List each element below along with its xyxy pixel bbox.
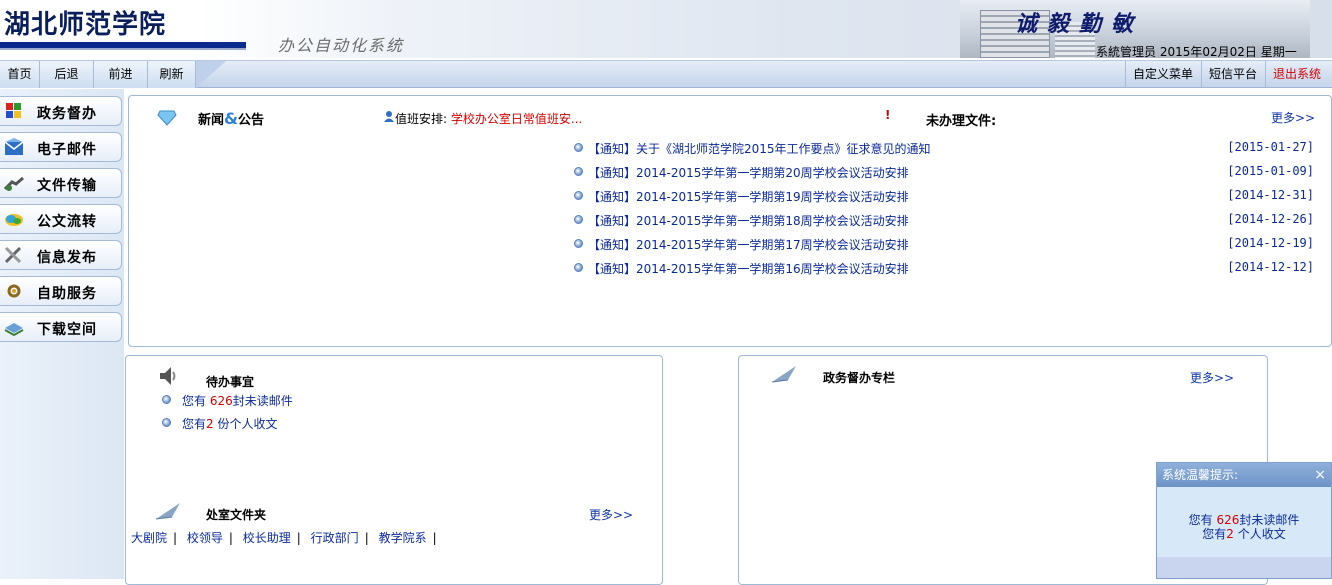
popup-docs-notice[interactable]: 您有2 个人收文 bbox=[1157, 527, 1331, 541]
folder-link[interactable]: 行政部门 bbox=[311, 531, 359, 545]
news-title: 新闻&公告 bbox=[198, 109, 264, 128]
download-icon bbox=[4, 323, 24, 336]
doc-title[interactable]: 【通知】2014-2015学年第一学期第17周学校会议活动安排 bbox=[588, 236, 909, 253]
custom-menu-link[interactable]: 自定义菜单 bbox=[1125, 61, 1200, 88]
sidebar-item-supervision[interactable]: 政务督办 bbox=[0, 96, 122, 126]
folder-link[interactable]: 大剧院 bbox=[131, 531, 167, 545]
list-item[interactable]: 【通知】关于《湖北师范学院2015年工作要点》征求意见的通知 [2015-01-… bbox=[574, 139, 1318, 157]
bullet-icon bbox=[574, 263, 583, 272]
folder-link[interactable]: 教学院系 bbox=[379, 531, 427, 545]
sidebar-item-info-publish[interactable]: 信息发布 bbox=[0, 240, 122, 270]
doc-title[interactable]: 【通知】2014-2015学年第一学期第19周学校会议活动安排 bbox=[588, 188, 909, 205]
doc-title[interactable]: 【通知】2014-2015学年第一学期第18周学校会议活动安排 bbox=[588, 212, 909, 229]
sidebar: 政务督办 电子邮件 文件传输 公文流转 信息发布 自助服务 下载空间 bbox=[0, 89, 124, 579]
todo-title: 待办事宜 bbox=[206, 375, 255, 389]
folder-link[interactable]: 校长助理 bbox=[243, 531, 291, 545]
list-item[interactable]: 【通知】2014-2015学年第一学期第19周学校会议活动安排 [2014-12… bbox=[574, 187, 1318, 205]
current-user: 系統管理员 bbox=[1096, 45, 1157, 59]
system-notice-popup: 系统温馨提示: × 您有 626封未读邮件 您有2 个人收文 bbox=[1156, 462, 1332, 579]
doc-date: [2015-01-09] bbox=[1227, 164, 1314, 178]
bullet-icon bbox=[574, 215, 583, 224]
doc-date: [2014-12-26] bbox=[1227, 212, 1314, 226]
sidebar-item-email[interactable]: 电子邮件 bbox=[0, 132, 122, 162]
bullet-icon bbox=[574, 191, 583, 200]
user-info: 系統管理员 2015年02月02日 星期一 bbox=[1096, 43, 1297, 60]
todo-panel: 待办事宜 您有 626封未读邮件 您有2 份个人收文 处室文件夹 更多>> 大剧… bbox=[125, 355, 663, 585]
doc-date: [2014-12-31] bbox=[1227, 188, 1314, 202]
self-service-icon bbox=[7, 284, 21, 298]
sms-platform-link[interactable]: 短信平台 bbox=[1201, 61, 1264, 88]
document-flow-icon bbox=[5, 214, 23, 226]
home-button[interactable]: 首页 bbox=[0, 61, 40, 88]
logo-underline-secondary bbox=[0, 48, 246, 50]
header-banner: 湖北师范学院 办公自动化系统 诚毅勤敏 系統管理员 2015年02月02日 星期… bbox=[0, 0, 1332, 60]
doc-title[interactable]: 【通知】2014-2015学年第一学期第16周学校会议活动安排 bbox=[588, 260, 909, 277]
feather-icon bbox=[155, 503, 180, 520]
alert-mark: ! bbox=[885, 108, 891, 122]
sidebar-item-download[interactable]: 下载空间 bbox=[0, 312, 122, 342]
list-item[interactable]: 【通知】2014-2015学年第一学期第16周学校会议活动安排 [2014-12… bbox=[574, 259, 1318, 277]
user-icon bbox=[384, 111, 394, 122]
folders-title: 处室文件夹 bbox=[206, 508, 267, 522]
doc-date: [2014-12-12] bbox=[1227, 260, 1314, 274]
system-subtitle: 办公自动化系统 bbox=[278, 36, 405, 55]
sidebar-item-label: 信息发布 bbox=[37, 250, 97, 266]
duty-schedule: 值班安排: 学校办公室日常值班安... bbox=[395, 110, 582, 127]
school-motto: 诚毅勤敏 bbox=[1015, 11, 1144, 37]
top-navbar: 首页 后退 前进 刷新 自定义菜单 短信平台 退出系统 bbox=[0, 60, 1332, 88]
bullet-icon bbox=[574, 239, 583, 248]
popup-header: 系统温馨提示: × bbox=[1157, 463, 1331, 487]
duty-label: 值班安排: bbox=[395, 112, 448, 126]
sidebar-item-label: 公文流转 bbox=[37, 214, 97, 230]
supervision-title: 政务督办专栏 bbox=[823, 371, 896, 385]
pending-docs-more-link[interactable]: 更多>> bbox=[1271, 109, 1315, 126]
popup-body: 您有 626封未读邮件 您有2 个人收文 bbox=[1157, 487, 1331, 557]
bullet-icon bbox=[162, 395, 171, 404]
popup-footer bbox=[1157, 557, 1331, 578]
bullet-icon bbox=[574, 167, 583, 176]
doc-date: [2014-12-19] bbox=[1227, 236, 1314, 250]
tools-icon bbox=[4, 246, 22, 264]
logout-link[interactable]: 退出系统 bbox=[1265, 61, 1328, 88]
bullet-icon bbox=[162, 418, 171, 427]
sidebar-item-label: 电子邮件 bbox=[37, 142, 97, 158]
bullet-icon bbox=[574, 143, 583, 152]
pending-docs-title: 未办理文件: bbox=[926, 114, 997, 129]
doc-title[interactable]: 【通知】2014-2015学年第一学期第20周学校会议活动安排 bbox=[588, 164, 909, 181]
popup-mail-notice[interactable]: 您有 626封未读邮件 bbox=[1157, 513, 1331, 527]
current-date: 2015年02月02日 bbox=[1159, 45, 1257, 59]
school-logo-text: 湖北师范学院 bbox=[4, 10, 167, 40]
popup-title: 系统温馨提示: bbox=[1162, 468, 1239, 482]
doc-title[interactable]: 【通知】关于《湖北师范学院2015年工作要点》征求意见的通知 bbox=[588, 140, 931, 157]
supervision-icon bbox=[6, 103, 21, 118]
folder-links: 大剧院 | 校领导 | 校长助理 | 行政部门 | 教学院系 | bbox=[131, 531, 437, 545]
sidebar-item-document-flow[interactable]: 公文流转 bbox=[0, 204, 122, 234]
sidebar-item-file-transfer[interactable]: 文件传输 bbox=[0, 168, 122, 198]
duty-link[interactable]: 学校办公室日常值班安... bbox=[451, 112, 582, 126]
sidebar-item-label: 下载空间 bbox=[37, 322, 97, 338]
sidebar-item-label: 文件传输 bbox=[37, 178, 97, 194]
sidebar-item-self-service[interactable]: 自助服务 bbox=[0, 276, 122, 306]
file-transfer-icon bbox=[4, 176, 24, 191]
diamond-icon bbox=[157, 110, 177, 126]
forward-button[interactable]: 前进 bbox=[94, 61, 148, 88]
refresh-button[interactable]: 刷新 bbox=[148, 61, 196, 88]
list-item[interactable]: 【通知】2014-2015学年第一学期第20周学校会议活动安排 [2015-01… bbox=[574, 163, 1318, 181]
list-item[interactable]: 【通知】2014-2015学年第一学期第18周学校会议活动安排 [2014-12… bbox=[574, 211, 1318, 229]
doc-date: [2015-01-27] bbox=[1227, 140, 1314, 154]
close-icon[interactable]: × bbox=[1314, 463, 1326, 487]
mail-icon bbox=[4, 138, 24, 155]
speaker-icon bbox=[160, 367, 176, 385]
feather-icon bbox=[771, 366, 796, 383]
folder-link[interactable]: 校领导 bbox=[187, 531, 223, 545]
folders-more-link[interactable]: 更多>> bbox=[589, 506, 633, 523]
nav-arrow-decoration bbox=[196, 61, 226, 88]
sidebar-item-label: 政务督办 bbox=[37, 106, 97, 122]
back-button[interactable]: 后退 bbox=[40, 61, 94, 88]
current-weekday: 星期一 bbox=[1260, 45, 1297, 59]
supervision-more-link[interactable]: 更多>> bbox=[1190, 369, 1234, 386]
list-item[interactable]: 【通知】2014-2015学年第一学期第17周学校会议活动安排 [2014-12… bbox=[574, 235, 1318, 253]
sidebar-item-label: 自助服务 bbox=[37, 286, 97, 302]
